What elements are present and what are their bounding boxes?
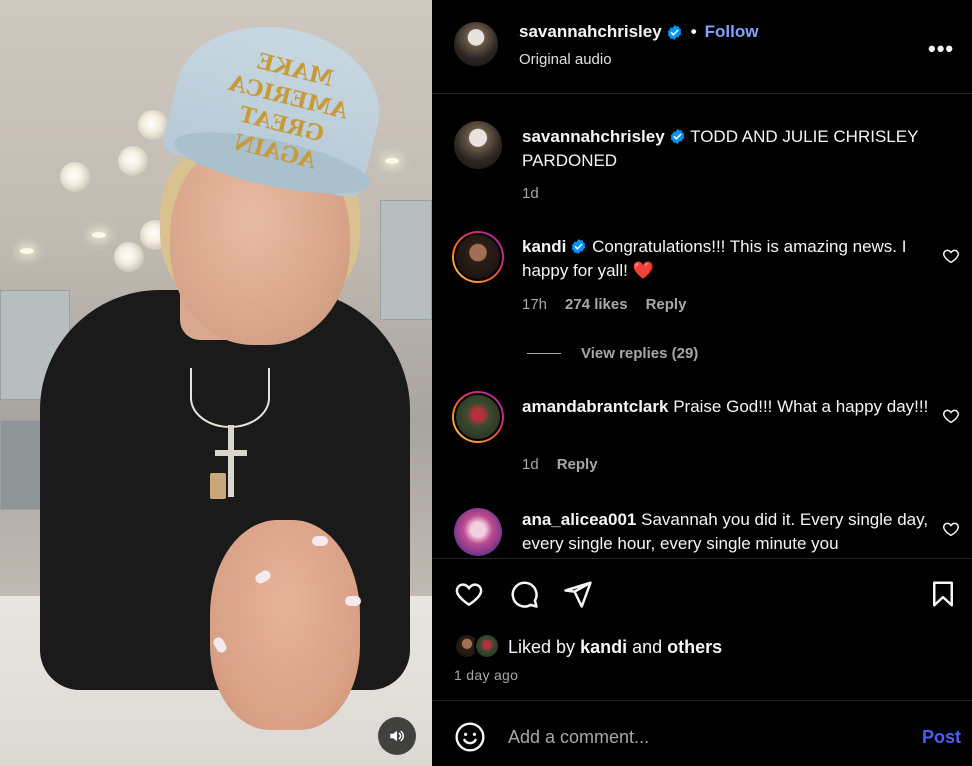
comment-item: amandabrantclark Praise God!!! What a ha… [432,385,972,485]
post-comment-button[interactable]: Post [922,727,961,748]
post-actions: Liked by kandi and others 1 day ago [432,558,972,700]
separator-dot: • [690,22,697,41]
ceiling-light [92,232,106,238]
follow-button[interactable]: Follow [705,22,759,42]
necklace [190,368,270,428]
liked-by-avatars [454,633,508,661]
verified-badge-icon [667,24,681,40]
kitchen-cabinet [380,200,432,320]
comment-input[interactable] [508,723,908,751]
comment-username[interactable]: kandi [522,237,566,256]
comment-username[interactable]: savannahchrisley [522,127,665,146]
liked-by-prefix: Liked by [508,636,576,657]
author-username[interactable]: savannahchrisley [519,22,662,42]
comment-likes[interactable]: 274 likes [565,296,628,313]
post-header: savannahchrisley • Follow Original audio… [432,0,972,94]
like-comment-heart-icon[interactable] [942,247,960,265]
chandelier-bulb [114,242,144,272]
view-replies-label: View replies (29) [581,345,699,362]
fingernail [312,536,328,546]
mute-toggle-button[interactable] [378,717,416,755]
comment-item: kandi Congratulations!!! This is amazing… [432,225,972,365]
add-comment-bar: Post [432,700,972,766]
comment-text: Praise God!!! What a happy day!!! [673,397,929,416]
chandelier-bulb [118,146,148,176]
share-paper-plane-icon[interactable] [563,579,593,609]
ceiling-light [20,248,34,254]
caption: savannahchrisley TODD AND JULIE CHRISLEY… [432,95,972,215]
verified-badge-icon [572,239,586,254]
dog-tag-pendant [210,473,226,499]
commenter-avatar[interactable] [452,231,504,283]
commenter-avatar[interactable] [454,508,502,556]
comment-username[interactable]: amandabrantclark [522,397,668,416]
liked-by-conjunction: and [632,636,663,657]
like-comment-heart-icon[interactable] [942,407,960,425]
emoji-smiley-icon[interactable] [454,721,486,753]
cross-pendant [228,425,234,497]
chandelier-bulb [60,162,90,192]
liked-by-others[interactable]: others [667,637,722,657]
liked-by-row[interactable]: Liked by kandi and others [454,633,722,661]
cross-pendant [215,450,247,456]
reel-video[interactable]: MAKE AMERICA GREAT AGAIN [0,0,432,766]
reply-button[interactable]: Reply [646,296,687,313]
view-replies-button[interactable]: View replies (29) [527,345,698,362]
comments-list[interactable]: savannahchrisley TODD AND JULIE CHRISLEY… [432,95,972,558]
liked-by-user[interactable]: kandi [580,637,627,657]
comment-time[interactable]: 17h [522,296,547,313]
comment-time[interactable]: 1d [522,456,539,473]
post-timestamp[interactable]: 1 day ago [454,667,518,683]
like-heart-icon[interactable] [454,579,484,609]
more-options-button[interactable]: ••• [928,36,954,62]
clasped-hands [210,520,360,730]
speaker-icon [390,730,404,742]
audio-label[interactable]: Original audio [519,51,612,68]
save-bookmark-icon[interactable] [928,579,958,609]
comment-bubble-icon[interactable] [509,579,539,609]
replies-divider [527,353,561,354]
commenter-avatar[interactable] [452,391,504,443]
reply-button[interactable]: Reply [557,456,598,473]
fingernail [345,596,361,606]
ceiling-light [385,158,399,164]
post-panel: savannahchrisley • Follow Original audio… [432,0,972,766]
author-avatar[interactable] [454,121,502,169]
author-avatar[interactable] [454,22,498,66]
comment-username[interactable]: ana_alicea001 [522,510,636,529]
verified-badge-icon [670,129,684,144]
liker-avatar [474,633,500,659]
comment-item: ana_alicea001 Savannah you did it. Every… [432,500,972,558]
like-comment-heart-icon[interactable] [942,520,960,538]
comment-time[interactable]: 1d [522,185,539,202]
